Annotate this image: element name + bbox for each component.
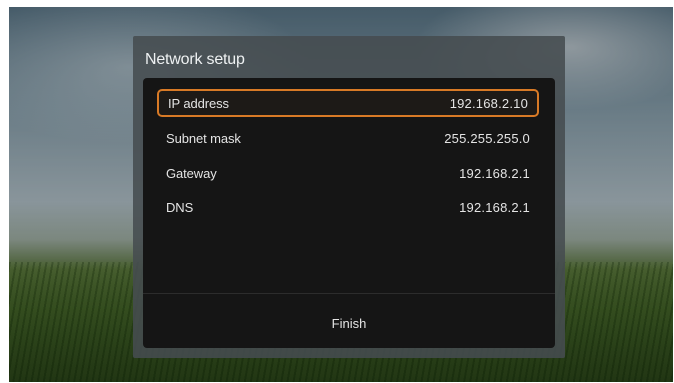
tv-screen: Network setup IP address 192.168.2.10 Su…: [9, 7, 673, 382]
ip-address-label: IP address: [168, 95, 229, 111]
dns-row[interactable]: DNS 192.168.2.1: [157, 193, 539, 221]
network-setup-dialog: Network setup IP address 192.168.2.10 Su…: [133, 36, 565, 358]
dns-label: DNS: [166, 199, 194, 215]
subnet-mask-label: Subnet mask: [166, 130, 241, 146]
ip-address-row[interactable]: IP address 192.168.2.10: [157, 89, 539, 117]
gateway-value: 192.168.2.1: [459, 165, 530, 181]
gateway-row[interactable]: Gateway 192.168.2.1: [157, 159, 539, 187]
panel-divider: [143, 293, 555, 294]
dialog-title: Network setup: [145, 51, 245, 68]
subnet-mask-value: 255.255.255.0: [444, 130, 530, 146]
gateway-label: Gateway: [166, 165, 217, 181]
network-fields-panel: IP address 192.168.2.10 Subnet mask 255.…: [143, 78, 555, 348]
dns-value: 192.168.2.1: [459, 199, 530, 215]
subnet-mask-row[interactable]: Subnet mask 255.255.255.0: [157, 124, 539, 152]
finish-button[interactable]: Finish: [143, 303, 555, 343]
ip-address-value: 192.168.2.10: [449, 95, 528, 111]
